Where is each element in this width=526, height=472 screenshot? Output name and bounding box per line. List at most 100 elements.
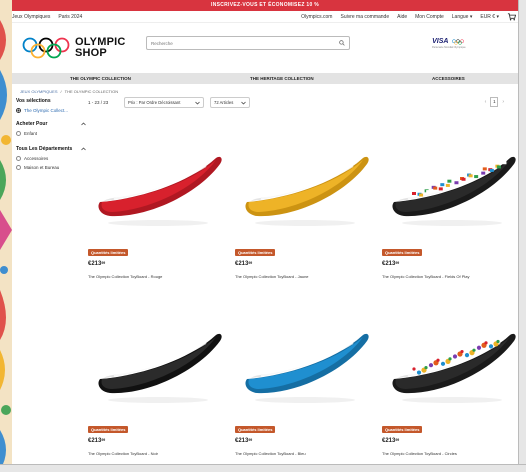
product-name[interactable]: The Olympic Collection ToyBoard - Rouge [88,274,162,279]
product-name[interactable]: The Olympic Collection ToyBoard - Jaune [235,274,309,279]
product-card[interactable]: Quantités limitées €21399 The Olympic Co… [88,128,228,280]
flag-decal [496,165,501,169]
next-page-button[interactable]: › [502,99,504,105]
product-card[interactable]: Quantités limitées €21399 The Olympic Co… [235,305,375,457]
utility-link-olympics[interactable]: Olympics.com [301,14,332,20]
flag-decal [433,186,438,190]
filter-option-enfant[interactable]: Enfant [16,131,86,136]
decorative-background-strip [0,0,12,472]
departments-heading[interactable]: Tous Les Départements [16,146,86,152]
per-page-dropdown[interactable]: 72 Articles [210,97,250,108]
radio-icon[interactable] [16,131,21,136]
product-image[interactable] [88,128,228,240]
circle-decal [484,341,488,345]
price-whole: 213 [91,261,102,267]
breadcrumb-home[interactable]: JEUX OLYMPIQUES [20,89,58,94]
nav-olympic-collection[interactable]: THE OLYMPIC COLLECTION [70,76,131,81]
filter-option-accessoires[interactable]: Accessoires [16,156,86,161]
filter-sidebar: Vos sélections The Olympic Collect... Ac… [16,98,86,170]
price-cents: 99 [395,261,400,265]
limited-quantity-badge: Quantités limitées [235,426,276,433]
product-price: €21399 [88,438,106,444]
buy-for-heading[interactable]: Acheter Pour [16,121,86,127]
nav-accessoires[interactable]: ACCESSOIRES [432,76,465,81]
utility-link-jeux[interactable]: Jeux Olympiques [12,14,50,20]
product-card[interactable]: Quantités limitées €21399 The Olympic Co… [88,305,228,457]
utility-link-help[interactable]: Aide [397,14,407,20]
chevron-down-icon [241,101,246,104]
flag-decal [445,183,450,187]
selected-filter-label: The Olympic Collect... [24,108,69,113]
logo-text-line2: SHOP [75,47,107,59]
product-image[interactable] [235,305,375,417]
product-name[interactable]: The Olympic Collection ToyBoard - Bleu [235,451,306,456]
cart-icon[interactable] [507,12,517,21]
sort-value: Prix : Par Ordre Décroissant [128,100,181,105]
flag-decal [475,170,480,174]
prev-page-button[interactable]: ‹ [485,99,487,105]
product-name[interactable]: The Olympic Collection ToyBoard - Circle… [382,451,457,456]
language-selector[interactable]: Langue ▾ [452,14,473,20]
product-image[interactable] [88,305,228,417]
results-count: 1 - 23 / 23 [88,100,109,105]
circle-decal [428,363,434,368]
main-nav: THE OLYMPIC COLLECTION THE HERITAGE COLL… [12,73,518,84]
nav-heritage-collection[interactable]: THE HERITAGE COLLECTION [250,76,314,81]
product-card[interactable]: Quantités limitées €21399 The Olympic Co… [382,128,518,280]
limited-quantity-badge: Quantités limitées [88,249,129,256]
selected-radio-icon[interactable] [16,108,21,113]
price-whole: 213 [91,438,102,444]
limited-quantity-badge: Quantités limitées [235,249,276,256]
utility-link-paris[interactable]: Paris 2024 [58,14,82,20]
limited-quantity-badge: Quantités limitées [88,426,129,433]
board-shadow [402,220,502,226]
product-card[interactable]: Quantités limitées €21399 The Olympic Co… [382,305,518,457]
visa-logo-text: VISA [432,38,449,45]
circle-decal [440,361,446,366]
promo-banner[interactable]: INSCRIVEZ-VOUS ET ÉCONOMISEZ 10 % [12,0,518,11]
product-price: €21399 [382,438,400,444]
board-shadow [108,397,208,403]
chevron-up-icon[interactable] [81,147,86,151]
filter-option-label: Enfant [24,131,38,136]
board-shadow [255,397,355,403]
price-cents: 99 [248,438,253,442]
search-box[interactable] [146,36,350,50]
circle-decal [464,352,470,358]
radio-icon[interactable] [16,165,21,170]
flag-decal [426,190,431,194]
departments-label: Tous Les Départements [16,146,73,152]
results-toolbar: 1 - 23 / 23 Prix : Par Ordre Décroissant… [88,96,514,110]
flag-decal [481,171,486,175]
flag-decal [489,168,494,172]
price-whole: 213 [238,261,249,267]
small-olympic-rings-icon [452,38,465,45]
flag-decal [447,179,452,183]
selected-filter[interactable]: The Olympic Collect... [16,108,86,113]
product-card[interactable]: Quantités limitées €21399 The Olympic Co… [235,128,375,280]
currency-selector[interactable]: EUR € ▾ [480,14,499,20]
radio-icon[interactable] [16,156,21,161]
flag-decal [482,167,487,171]
olympic-shop-logo[interactable]: OLYMPIC SHOP [22,36,126,60]
product-image[interactable] [382,128,518,240]
window-edge-right [518,0,526,472]
utility-link-track-order[interactable]: Suivre ma commande [340,14,389,20]
filter-option-maison[interactable]: Maison et Bureau [16,165,86,170]
utility-link-account[interactable]: Mon Compte [415,14,444,20]
product-name[interactable]: The Olympic Collection ToyBoard - Fields… [382,274,470,279]
chevron-up-icon[interactable] [81,122,86,126]
search-icon[interactable] [339,40,345,46]
circle-decal [448,357,452,361]
board-shadow [255,220,355,226]
sort-dropdown[interactable]: Prix : Par Ordre Décroissant [124,97,204,108]
circle-decal [472,348,476,352]
search-input[interactable] [151,40,339,46]
product-image[interactable] [235,128,375,240]
site-header: OLYMPIC SHOP VISA Partenaire Mondial Oly… [12,23,518,73]
current-page[interactable]: 1 [490,97,499,107]
product-name[interactable]: The Olympic Collection ToyBoard - Noir [88,451,158,456]
circle-decal [436,358,440,362]
product-image[interactable] [382,305,518,417]
partner-logo: VISA Partenaire Mondial Olympique [432,38,466,49]
